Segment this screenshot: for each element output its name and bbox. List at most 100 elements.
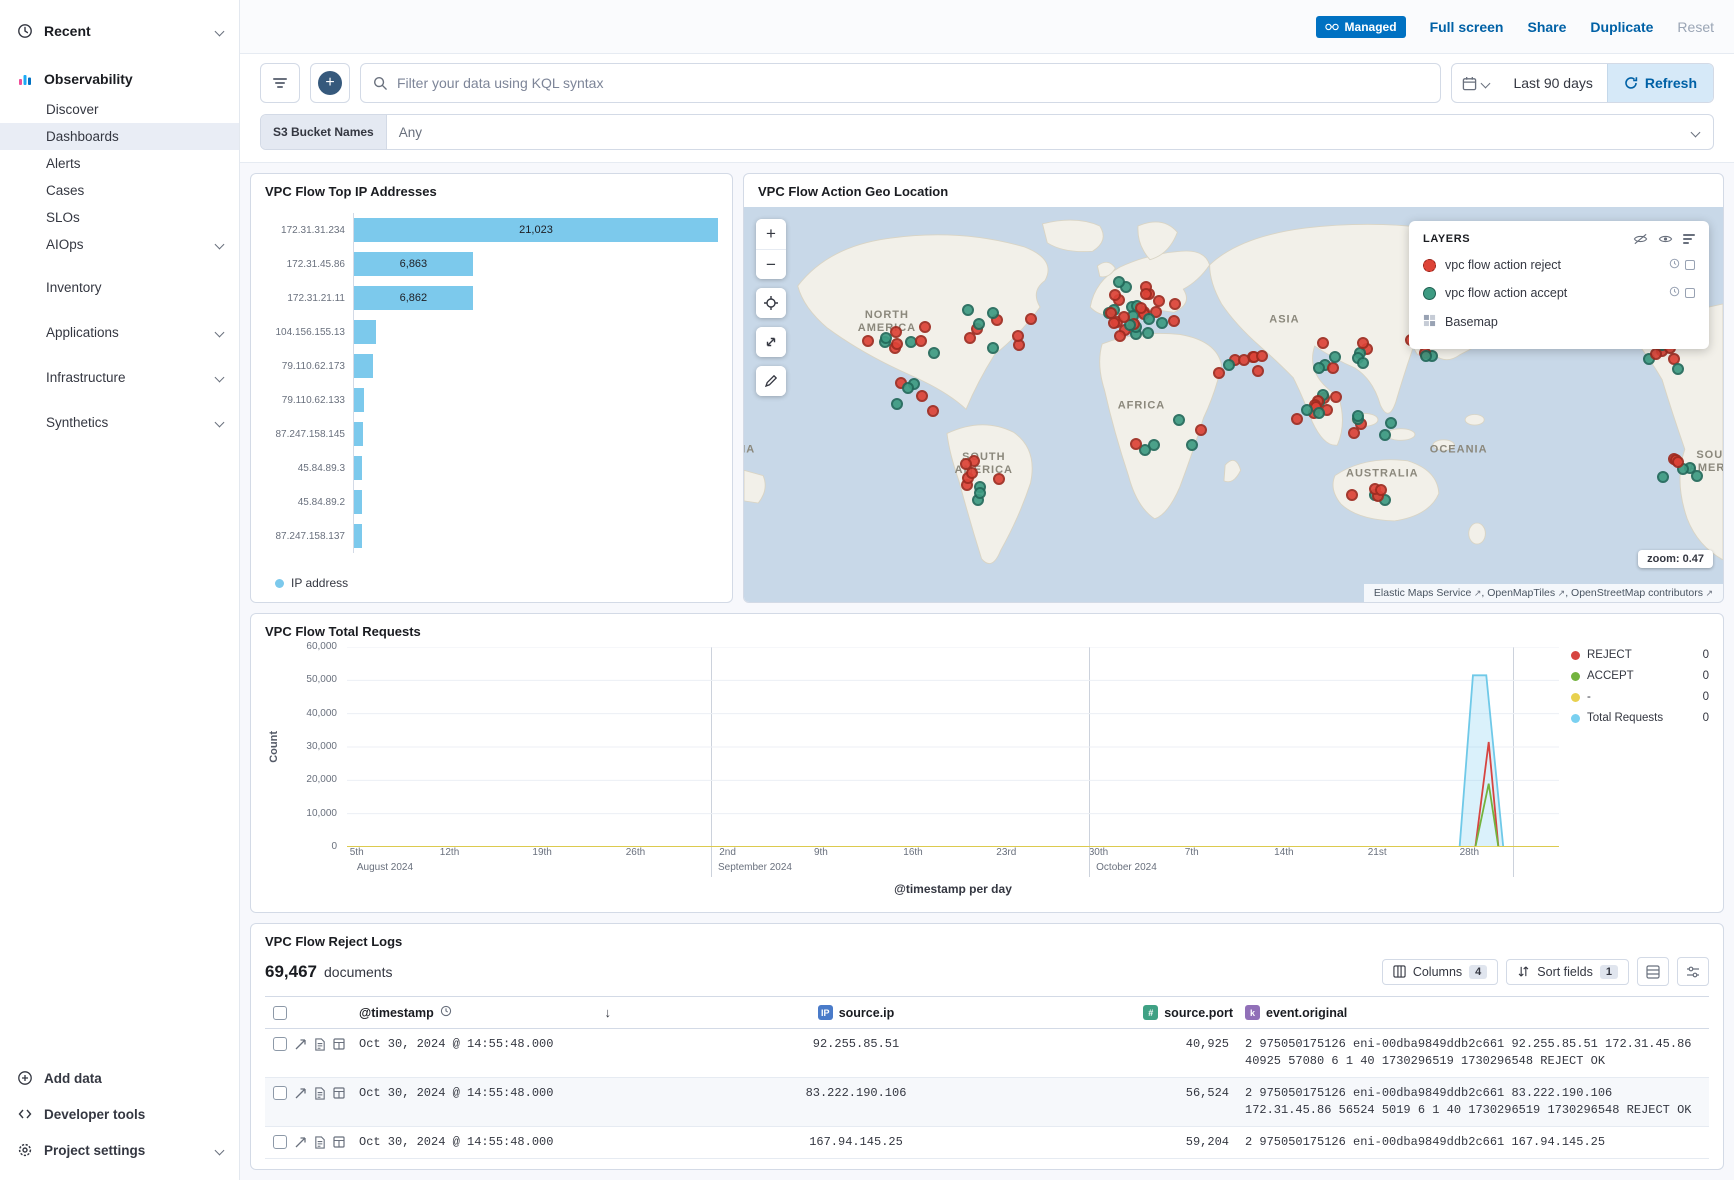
map-point-reject[interactable] [927, 405, 939, 417]
map-point-reject[interactable] [1317, 337, 1329, 349]
sidebar-item-project-settings[interactable]: Project settings [0, 1132, 239, 1168]
bar[interactable] [354, 490, 362, 514]
bar[interactable] [354, 354, 373, 378]
map-point-accept[interactable] [902, 382, 914, 394]
bar[interactable] [354, 388, 364, 412]
map-point-accept[interactable] [1156, 317, 1168, 329]
duplicate-button[interactable]: Duplicate [1590, 19, 1653, 35]
calendar-button[interactable] [1452, 64, 1499, 102]
bar[interactable] [354, 320, 376, 344]
bar[interactable] [354, 422, 363, 446]
ip-legend[interactable]: IP address [265, 570, 718, 592]
bar[interactable] [354, 524, 362, 548]
map-tools-button[interactable] [756, 366, 786, 396]
table-density-button[interactable] [1637, 957, 1669, 986]
expand-map-button[interactable] [756, 327, 786, 357]
map-point-accept[interactable] [987, 342, 999, 354]
map-point-reject[interactable] [1327, 362, 1339, 374]
fit-to-data-button[interactable] [756, 288, 786, 318]
map-point-reject[interactable] [916, 390, 928, 402]
reset-button[interactable]: Reset [1677, 19, 1714, 35]
map-point-reject[interactable] [1330, 391, 1342, 403]
share-button[interactable]: Share [1527, 19, 1566, 35]
map-point-reject[interactable] [1025, 313, 1037, 325]
row-grid-icon[interactable] [333, 1038, 345, 1050]
map-point-reject[interactable] [1140, 288, 1152, 300]
sidebar-item-discover[interactable]: Discover [0, 96, 239, 123]
map-point-accept[interactable] [1301, 404, 1313, 416]
sidebar-item-slos[interactable]: SLOs [0, 204, 239, 231]
row-grid-icon[interactable] [333, 1136, 345, 1148]
map-point-accept[interactable] [1329, 351, 1341, 363]
map-point-reject[interactable] [1109, 289, 1121, 301]
map-point-accept[interactable] [987, 307, 999, 319]
map-point-reject[interactable] [1650, 348, 1662, 360]
layer-row-basemap[interactable]: Basemap [1423, 307, 1695, 337]
zoom-in-button[interactable]: + [756, 219, 786, 249]
map-point-accept[interactable] [1352, 410, 1364, 422]
map-point-reject[interactable] [1153, 295, 1165, 307]
layer-row-vpc-flow-action-reject[interactable]: vpc flow action reject [1423, 251, 1695, 279]
map-point-accept[interactable] [1142, 327, 1154, 339]
column-header-source-ip[interactable]: IPsource.ip [643, 1005, 1069, 1020]
map-point-reject[interactable] [1213, 367, 1225, 379]
map-point-reject[interactable] [891, 338, 903, 350]
refresh-button[interactable]: Refresh [1607, 64, 1713, 102]
map-point-accept[interactable] [928, 347, 940, 359]
full-screen-button[interactable]: Full screen [1430, 19, 1504, 35]
eye-icon[interactable] [1658, 233, 1673, 245]
display-settings-button[interactable] [1677, 957, 1709, 986]
map-canvas[interactable]: NORTH AMERICASOUTH AMERICAAFRICAASIAOCEA… [744, 207, 1723, 602]
map-point-reject[interactable] [1346, 489, 1358, 501]
map-point-reject[interactable] [1168, 315, 1180, 327]
map-point-reject[interactable] [1105, 307, 1117, 319]
map-point-reject[interactable] [1672, 456, 1684, 468]
sidebar-item-synthetics[interactable]: Synthetics [0, 407, 239, 438]
layer-clock-icon[interactable] [1669, 286, 1680, 300]
map-point-reject[interactable] [1256, 350, 1268, 362]
map-point-accept[interactable] [1313, 362, 1325, 374]
map-point-reject[interactable] [1195, 424, 1207, 436]
map-point-accept[interactable] [1148, 439, 1160, 451]
time-range-value[interactable]: Last 90 days [1499, 75, 1606, 91]
expand-row-icon[interactable] [294, 1087, 307, 1100]
s3-bucket-control[interactable]: S3 Bucket Names Any [260, 114, 1714, 150]
sidebar-item-add-data[interactable]: Add data [0, 1060, 239, 1096]
sidebar-item-recent[interactable]: Recent [0, 14, 239, 48]
map-point-reject[interactable] [1252, 365, 1264, 377]
map-point-reject[interactable] [964, 332, 976, 344]
sidebar-item-cases[interactable]: Cases [0, 177, 239, 204]
map-point-reject[interactable] [1291, 413, 1303, 425]
legend-item-[interactable]: -0 [1571, 691, 1709, 703]
map-point-accept[interactable] [1357, 357, 1369, 369]
map-point-reject[interactable] [1130, 438, 1142, 450]
sidebar-item-aiops[interactable]: AIOps [0, 231, 239, 258]
attribution-link[interactable]: Elastic Maps Service [1374, 587, 1471, 599]
layer-checkbox[interactable] [1685, 260, 1695, 270]
map-point-reject[interactable] [915, 335, 927, 347]
map-point-reject[interactable] [862, 335, 874, 347]
sort-fields-button[interactable]: Sort fields 1 [1506, 959, 1629, 985]
managed-badge[interactable]: Managed [1316, 16, 1406, 38]
sidebar-item-alerts[interactable]: Alerts [0, 150, 239, 177]
map-point-accept[interactable] [1420, 350, 1432, 362]
layer-checkbox[interactable] [1685, 288, 1695, 298]
map-point-accept[interactable] [973, 318, 985, 330]
sort-direction-icon[interactable]: ↓ [605, 1005, 638, 1020]
expand-row-icon[interactable] [294, 1136, 307, 1149]
bar[interactable] [354, 456, 362, 480]
layer-order-icon[interactable] [1683, 234, 1695, 244]
sidebar-item-applications[interactable]: Applications [0, 317, 239, 348]
map-point-accept[interactable] [1672, 363, 1684, 375]
row-checkbox[interactable] [273, 1037, 287, 1051]
select-all-checkbox[interactable] [273, 1006, 287, 1020]
map-point-accept[interactable] [962, 304, 974, 316]
sidebar-item-dashboards[interactable]: Dashboards [0, 123, 239, 150]
view-document-icon[interactable] [314, 1038, 326, 1051]
column-header-timestamp[interactable]: @timestamp↓ [353, 1005, 643, 1020]
eye-off-icon[interactable] [1633, 233, 1648, 245]
map-point-accept[interactable] [1173, 414, 1185, 426]
map-point-reject[interactable] [1135, 302, 1147, 314]
kql-search-input[interactable] [397, 75, 1428, 91]
columns-button[interactable]: Columns 4 [1382, 959, 1498, 985]
